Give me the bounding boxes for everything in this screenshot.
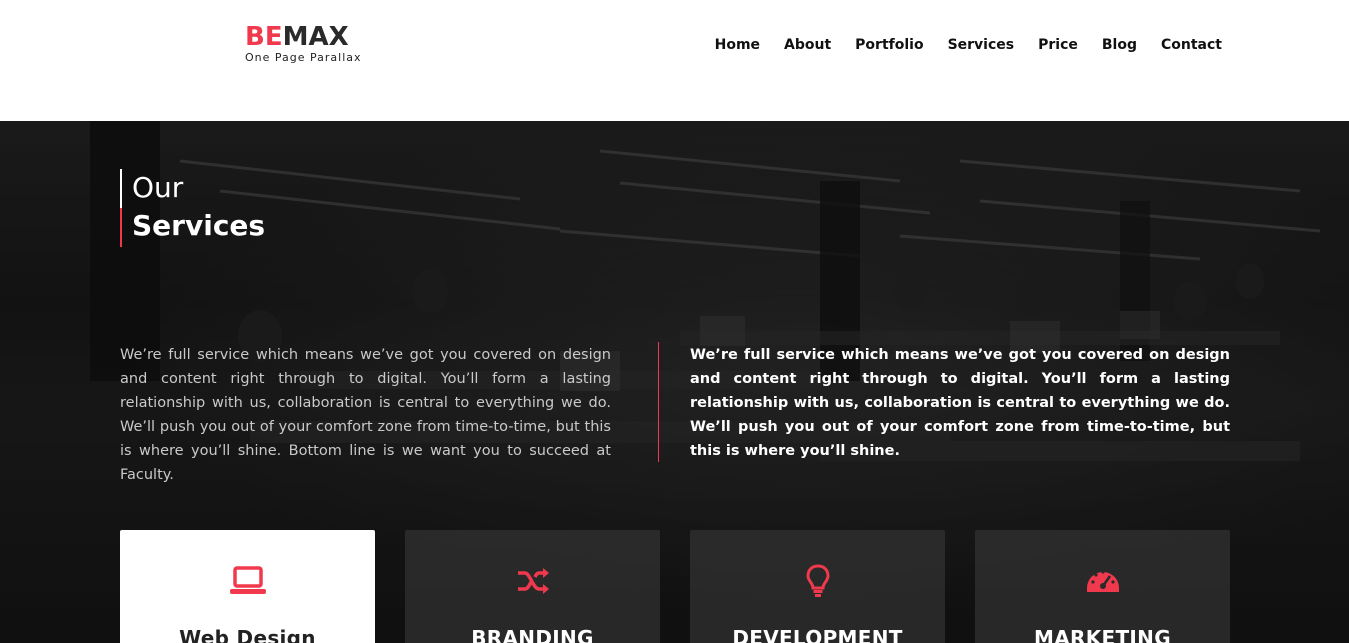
service-card-title: DEVELOPMENT	[732, 626, 903, 643]
section-title: Our Services	[120, 169, 265, 247]
services-section: Our Services We’re full service which me…	[0, 121, 1349, 643]
intro-paragraph-right: We’re full service which means we’ve got…	[690, 347, 1230, 459]
laptop-icon	[120, 564, 375, 604]
service-card-marketing[interactable]: MARKETING	[975, 530, 1230, 643]
nav-contact[interactable]: Contact	[1149, 33, 1222, 57]
column-divider	[658, 342, 659, 462]
logo-wordmark: BEMAX	[245, 24, 375, 50]
nav-portfolio[interactable]: Portfolio	[843, 33, 935, 57]
service-card-title: MARKETING	[1034, 626, 1171, 643]
main-nav: Home About Portfolio Services Price Blog…	[703, 33, 1222, 57]
nav-price[interactable]: Price	[1026, 33, 1090, 57]
site-header: BEMAX One Page Parallax Home About Portf…	[0, 0, 1349, 121]
logo-tagline: One Page Parallax	[245, 51, 362, 64]
service-card-title: BRANDING	[471, 626, 594, 643]
logo-part-max: MAX	[282, 22, 349, 52]
service-card-branding[interactable]: BRANDING	[405, 530, 660, 643]
shuffle-icon	[405, 564, 660, 604]
service-cards: Web Design BRANDING DEVELOPMENT MARKETIN…	[120, 530, 1230, 643]
nav-home[interactable]: Home	[703, 33, 772, 57]
nav-services[interactable]: Services	[936, 33, 1027, 57]
intro-paragraph-left: We’re full service which means we’ve got…	[120, 347, 611, 483]
nav-about[interactable]: About	[772, 33, 843, 57]
service-card-web-design[interactable]: Web Design	[120, 530, 375, 643]
logo-part-be: BE	[245, 22, 283, 52]
speedometer-icon	[975, 564, 1230, 604]
lightbulb-icon	[690, 564, 945, 604]
service-card-development[interactable]: DEVELOPMENT	[690, 530, 945, 643]
section-title-bold: Services	[132, 209, 266, 242]
section-title-light: Our	[132, 171, 184, 204]
service-card-title: Web Design	[179, 626, 316, 643]
brand-logo[interactable]: BEMAX One Page Parallax	[245, 24, 375, 64]
nav-blog[interactable]: Blog	[1090, 33, 1149, 57]
